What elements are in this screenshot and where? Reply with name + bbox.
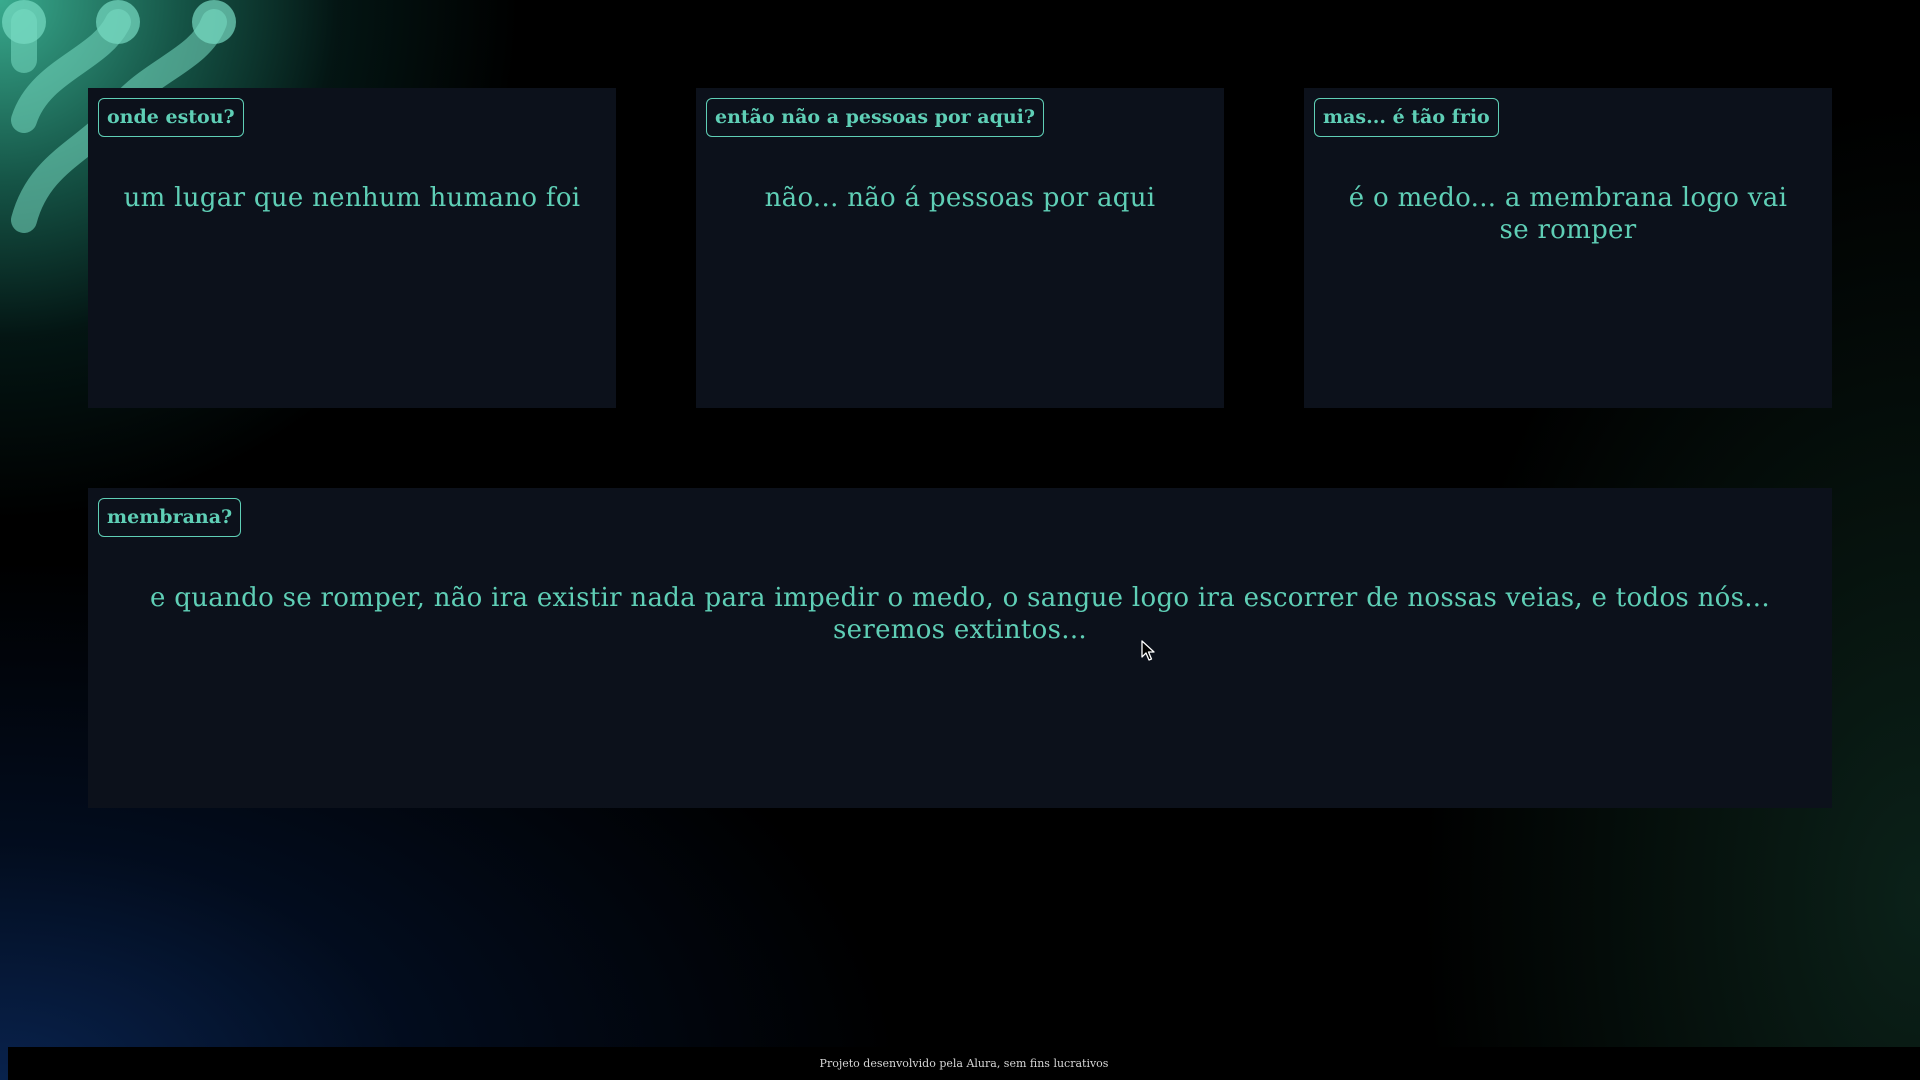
card-question-tag: membrana? bbox=[98, 498, 242, 537]
card-question-tag: mas... é tão frio bbox=[1314, 98, 1499, 137]
card-answer-text: um lugar que nenhum humano foi bbox=[123, 183, 581, 213]
footer-text: Projeto desenvolvido pela Alura, sem fin… bbox=[819, 1057, 1109, 1070]
story-card-2: então não a pessoas por aqui? não... não… bbox=[696, 88, 1224, 408]
story-card-1: onde estou? um lugar que nenhum humano f… bbox=[88, 88, 616, 408]
story-card-3: mas... é tão frio é o medo... a membrana… bbox=[1304, 88, 1832, 408]
story-card-4: membrana? e quando se romper, não ira ex… bbox=[88, 488, 1832, 808]
page-footer: Projeto desenvolvido pela Alura, sem fin… bbox=[8, 1047, 1920, 1080]
mouse-pointer-icon bbox=[1141, 640, 1155, 661]
card-answer-text: é o medo... a membrana logo vai se rompe… bbox=[1348, 183, 1788, 245]
card-question-tag: então não a pessoas por aqui? bbox=[706, 98, 1045, 137]
card-answer-text: e quando se romper, não ira existir nada… bbox=[150, 583, 1770, 645]
card-question-tag: onde estou? bbox=[98, 98, 244, 137]
card-answer-text: não... não á pessoas por aqui bbox=[764, 183, 1156, 213]
